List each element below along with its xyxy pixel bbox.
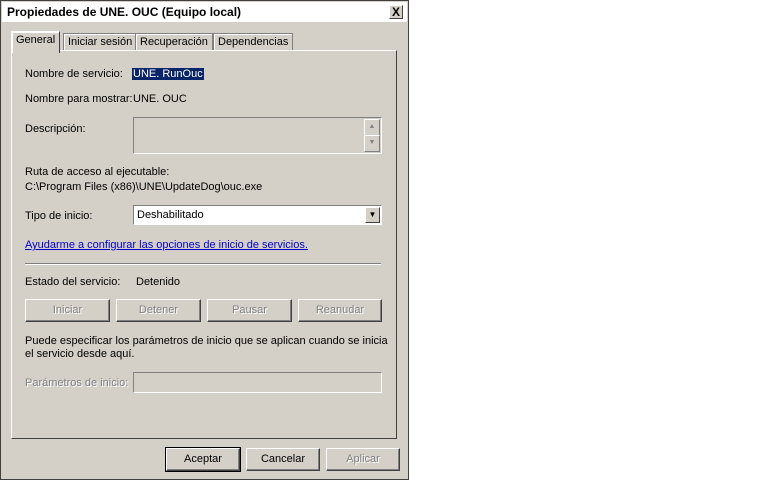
resume-button[interactable]: Reanudar: [298, 299, 382, 322]
pause-button[interactable]: Pausar: [207, 299, 292, 322]
params-info-line2: el servicio desde aquí.: [25, 348, 135, 360]
service-name-label: Nombre de servicio:: [25, 68, 123, 80]
path-label: Ruta de acceso al ejecutable:: [25, 166, 170, 178]
stop-button[interactable]: Detener: [116, 299, 201, 322]
apply-button[interactable]: Aplicar: [326, 448, 400, 471]
display-name-label: Nombre para mostrar:: [25, 93, 133, 105]
service-status-label: Estado del servicio:: [25, 276, 121, 288]
scroll-up-icon[interactable]: ▲: [364, 119, 380, 136]
service-properties-dialog: Propiedades de UNE. OUC (Equipo local) X…: [0, 0, 409, 480]
service-status-value: Detenido: [136, 276, 181, 288]
cancel-button[interactable]: Cancelar: [246, 448, 320, 471]
startup-type-select[interactable]: Deshabilitado ▼: [133, 205, 382, 225]
start-params-input[interactable]: [133, 372, 382, 393]
params-label: Parámetros de inicio:: [25, 377, 129, 389]
divider: [25, 263, 381, 265]
general-tab-panel: Nombre de servicio: UNE. RunOuc Nombre p…: [11, 50, 397, 439]
start-button[interactable]: Iniciar: [25, 299, 110, 322]
scroll-down-icon[interactable]: ▼: [364, 135, 380, 152]
chevron-down-icon[interactable]: ▼: [365, 207, 380, 223]
description-label: Descripción:: [25, 123, 86, 135]
close-button[interactable]: X: [389, 5, 403, 19]
path-value[interactable]: C:\Program Files (x86)\UNE\UpdateDog\ouc…: [25, 181, 262, 193]
service-name-value[interactable]: UNE. RunOuc: [132, 68, 204, 80]
startup-type-value: Deshabilitado: [137, 209, 204, 221]
ok-button[interactable]: Aceptar: [165, 447, 241, 472]
description-scrollbar[interactable]: ▲ ▼: [364, 119, 380, 152]
startup-type-label: Tipo de inicio:: [25, 210, 93, 222]
params-info-line1: Puede especificar los parámetros de inic…: [25, 335, 388, 347]
window-title: Propiedades de UNE. OUC (Equipo local): [7, 5, 242, 19]
display-name-value[interactable]: UNE. OUC: [133, 93, 187, 105]
title-bar[interactable]: Propiedades de UNE. OUC (Equipo local) X: [2, 2, 407, 22]
description-field[interactable]: ▲ ▼: [133, 117, 382, 154]
help-link[interactable]: Ayudarme a configurar las opciones de in…: [25, 239, 308, 251]
tab-general[interactable]: General: [11, 31, 61, 53]
